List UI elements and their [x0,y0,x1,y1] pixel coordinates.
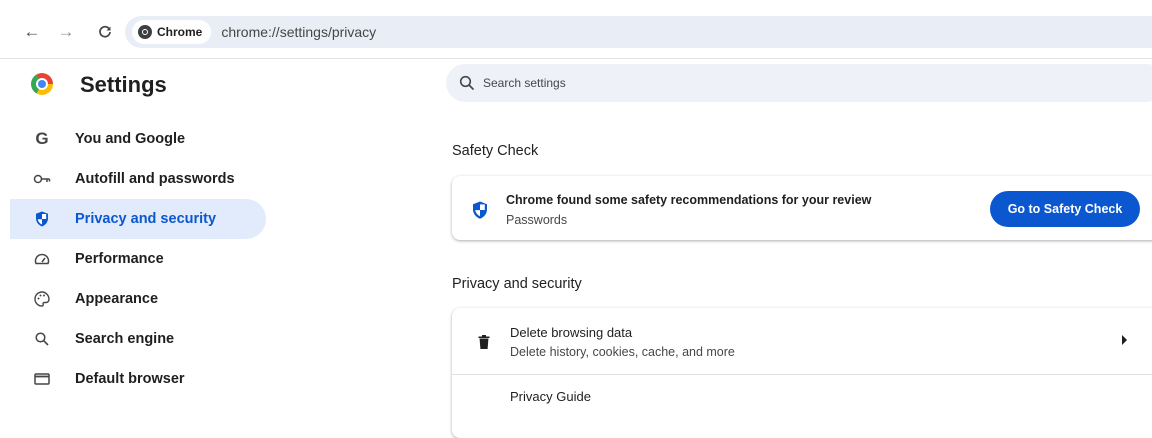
key-icon [32,173,52,185]
shield-icon [32,211,52,227]
row-divider [452,374,1152,375]
chrome-logo-icon [31,73,53,95]
sidebar-item-label: Appearance [75,291,159,307]
search-placeholder: Search settings [483,76,566,90]
safety-check-subtitle: Passwords [506,213,568,227]
chrome-logo-icon [138,25,152,39]
row-subtitle: Delete history, cookies, cache, and more [510,345,735,359]
safety-check-heading: Safety Check [452,143,539,159]
site-chip-label: Chrome [157,25,203,39]
sidebar-item-privacy[interactable]: Privacy and security [10,199,266,239]
sidebar-item-label: Search engine [75,331,175,347]
sidebar-item-you-and-google[interactable]: G You and Google [10,119,266,159]
sidebar-item-autofill[interactable]: Autofill and passwords [10,159,266,199]
sidebar-item-search-engine[interactable]: Search engine [10,319,266,359]
site-chip[interactable]: Chrome [132,20,212,44]
sidebar-item-default-browser[interactable]: Default browser [10,359,266,399]
chevron-right-icon [1122,335,1127,345]
sidebar-item-label: You and Google [75,131,186,147]
sidebar-item-label: Performance [75,251,164,267]
palette-icon [32,291,52,307]
speedometer-icon [32,253,52,265]
privacy-heading: Privacy and security [452,276,582,292]
browser-toolbar: ← → Chrome chrome://settings/privacy [0,0,1152,58]
shield-icon [473,201,487,219]
reload-icon[interactable] [93,20,117,44]
trash-icon [478,335,490,349]
sidebar-item-label: Default browser [75,371,185,387]
row-title: Delete browsing data [510,325,633,340]
browser-window-icon [32,373,52,385]
go-to-safety-check-button[interactable]: Go to Safety Check [990,191,1140,227]
sidebar-item-label: Autofill and passwords [75,171,235,187]
forward-icon[interactable]: → [54,20,78,44]
search-settings-input[interactable]: Search settings [446,64,1152,102]
search-icon [32,332,52,346]
back-icon[interactable]: ← [20,20,44,44]
safety-check-title: Chrome found some safety recommendations… [506,193,872,207]
privacy-card: Delete browsing data Delete history, coo… [452,308,1152,438]
address-bar[interactable]: Chrome chrome://settings/privacy [125,16,1152,48]
delete-browsing-data-row[interactable]: Delete browsing data Delete history, coo… [452,308,1152,374]
sidebar-item-label: Privacy and security [75,211,217,227]
safety-check-card: Chrome found some safety recommendations… [452,176,1152,240]
sidebar-item-performance[interactable]: Performance [10,239,266,279]
sidebar-item-appearance[interactable]: Appearance [10,279,266,319]
page-title: Settings [80,72,167,97]
google-g-icon: G [35,129,49,148]
privacy-guide-row[interactable]: Privacy Guide [510,389,591,404]
url-text[interactable]: chrome://settings/privacy [221,24,376,40]
search-icon [459,75,475,91]
toolbar-divider [0,58,1152,59]
